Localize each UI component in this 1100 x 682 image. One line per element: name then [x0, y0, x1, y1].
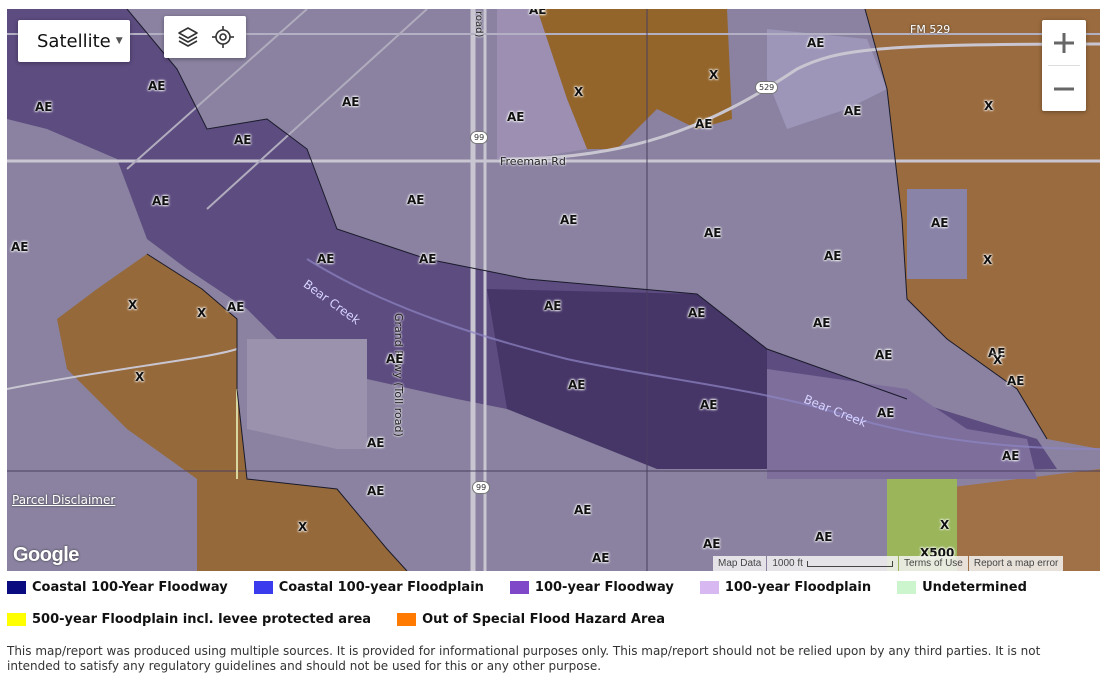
road-label-freeman: Freeman Rd: [500, 155, 566, 168]
legend-item: Coastal 100-Year Floodway: [7, 580, 228, 595]
map-type-label: Satellite: [37, 30, 111, 52]
legend-swatch: [7, 612, 26, 626]
locate-icon[interactable]: [209, 23, 237, 51]
map-attribution: Map Data 1000 ft Terms of Use Report a m…: [712, 556, 1064, 571]
zoom-in-button[interactable]: [1042, 20, 1086, 65]
zone-label: AE: [931, 216, 949, 230]
legend-item: 100-year Floodway: [509, 579, 674, 595]
legend-swatch: [7, 580, 26, 594]
legend-swatch: [897, 580, 917, 594]
zoom-out-icon: [1054, 87, 1074, 90]
zone-label: AE: [367, 484, 385, 498]
parcel-disclaimer-link[interactable]: Parcel Disclaimer: [12, 493, 115, 507]
zone-label: AE: [813, 316, 831, 330]
zone-label: AE: [560, 213, 578, 227]
zone-label: X: [135, 370, 145, 384]
zone-label: AE: [342, 95, 360, 109]
zone-label: X: [940, 518, 950, 532]
zone-label: AE: [703, 537, 721, 551]
zone-label: AE: [11, 240, 29, 254]
zone-label: AE: [227, 300, 245, 314]
zone-label: AE: [152, 194, 170, 208]
map-imagery: [7, 9, 1100, 571]
caret-down-icon: ▼: [115, 36, 123, 46]
zone-label: AE: [844, 104, 862, 118]
zone-label: AE: [1007, 374, 1025, 388]
legend-label: 500-year Floodplain incl. levee protecte…: [32, 611, 372, 627]
zone-label: AE: [35, 100, 53, 114]
legend-label: 100-year Floodway: [534, 579, 674, 595]
zone-label: AE: [815, 530, 833, 544]
zone-label: AE: [877, 406, 895, 420]
zone-label: AE: [568, 378, 586, 392]
zone-label: AE: [592, 551, 610, 565]
scale-line: [806, 560, 893, 567]
route-99-shield: 99: [472, 481, 491, 494]
flood-map[interactable]: Freeman Rd Grand Pkwy (Toll road) road) …: [7, 9, 1100, 571]
legend-swatch: [699, 580, 719, 594]
zone-label: AE: [824, 249, 842, 263]
zone-label: X: [298, 520, 308, 534]
google-logo: Google: [13, 544, 79, 566]
legend-item: 500-year Floodplain incl. levee protecte…: [7, 612, 371, 627]
zone-label: X: [993, 353, 1003, 367]
zone-label: AE: [507, 110, 525, 124]
layers-icon[interactable]: [174, 23, 202, 51]
legend-label: Undetermined: [922, 579, 1027, 595]
zone-label: AE: [574, 503, 592, 517]
zone-label: X: [983, 253, 993, 267]
zoom-in-icon: [1054, 32, 1074, 53]
report-map-error-link[interactable]: Report a map error: [968, 556, 1064, 571]
legend-label: 100-year Floodplain: [724, 579, 872, 595]
zone-label: AE: [700, 398, 718, 412]
legend-label: Out of Special Flood Hazard Area: [422, 611, 665, 627]
route-99-shield: 99: [470, 131, 489, 144]
map-tools: [164, 16, 246, 58]
scale-bar[interactable]: 1000 ft: [767, 556, 898, 571]
zone-label: AE: [234, 133, 252, 147]
zone-label: AE: [419, 252, 437, 266]
legend-swatch: [509, 580, 529, 594]
zone-label: AE: [704, 226, 722, 240]
flood-legend: Coastal 100-Year Floodway Coastal 100-ye…: [7, 575, 1100, 639]
zone-label: AE: [148, 79, 166, 93]
route-529-shield: 529: [755, 81, 779, 94]
legend-label: Coastal 100-year Floodplain: [278, 579, 484, 595]
road-label-grand-parkway: Grand Pkwy (Toll road): [392, 313, 405, 437]
legend-swatch: [253, 580, 273, 594]
legend-item: Out of Special Flood Hazard Area: [397, 612, 665, 627]
legend-swatch: [397, 612, 417, 626]
zone-label: X: [574, 85, 584, 99]
map-notice: This map/report was produced using multi…: [7, 644, 1041, 673]
zone-label: X: [128, 298, 138, 312]
zone-label: AE: [529, 9, 547, 17]
legend-item: Coastal 100-year Floodplain: [253, 579, 484, 595]
road-label-toll-top: road): [473, 11, 484, 38]
scale-label: 1000 ft: [772, 558, 803, 569]
zone-label: X: [709, 68, 719, 82]
zoom-out-button[interactable]: [1042, 66, 1086, 111]
zone-label: AE: [367, 436, 385, 450]
zone-label: AE: [386, 352, 404, 366]
terms-of-use-link[interactable]: Terms of Use: [898, 556, 968, 571]
legend-label: Coastal 100-Year Floodway: [32, 579, 228, 595]
zone-label: AE: [875, 348, 893, 362]
zone-label: AE: [317, 252, 335, 266]
map-data-link[interactable]: Map Data: [713, 556, 767, 571]
zone-label: X: [984, 99, 994, 113]
zone-label: AE: [695, 117, 713, 131]
zone-label: AE: [1002, 449, 1020, 463]
zone-label: AE: [688, 306, 706, 320]
zone-label: X: [197, 306, 207, 320]
legend-item: Undetermined: [897, 580, 1027, 595]
zoom-control: [1042, 20, 1086, 111]
road-label-fm529: FM 529: [910, 23, 951, 36]
legend-item: 100-year Floodplain: [699, 579, 872, 595]
map-type-dropdown[interactable]: Satellite ▼: [18, 20, 130, 62]
zone-label: AE: [544, 299, 562, 313]
zone-label: AE: [807, 36, 825, 50]
zone-label: AE: [407, 193, 425, 207]
